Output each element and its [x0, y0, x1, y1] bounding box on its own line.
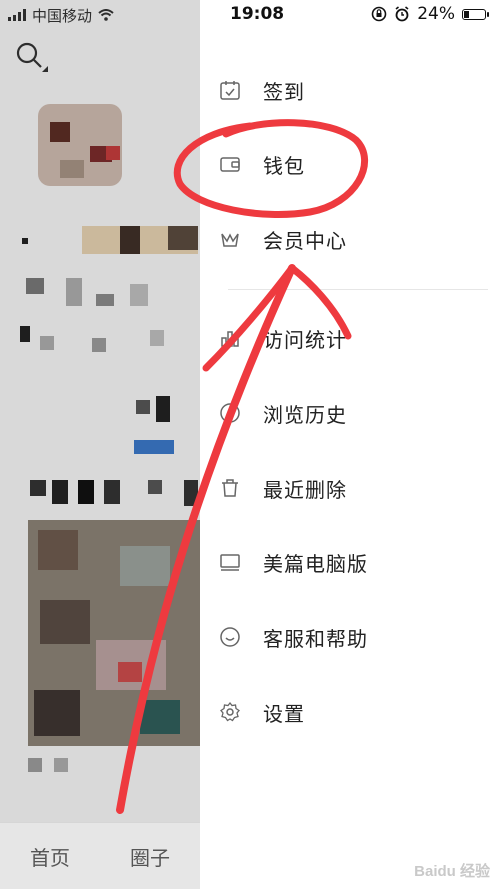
menu-item-visit-stats[interactable]: 访问统计 [200, 308, 500, 368]
menu-item-recently-deleted[interactable]: 最近删除 [200, 458, 500, 518]
menu-item-wallet[interactable]: 钱包 [200, 134, 500, 194]
menu-label: 最近删除 [263, 477, 347, 502]
bar-chart-icon [218, 326, 242, 350]
menu-label: 美篇电脑版 [263, 551, 368, 576]
menu-item-customer-service[interactable]: 客服和帮助 [200, 607, 500, 667]
menu-label: 客服和帮助 [263, 626, 368, 651]
calendar-check-icon [218, 78, 242, 102]
tab-home[interactable]: 首页 [30, 842, 70, 871]
vip-crown-icon [218, 227, 242, 251]
status-bar: 19:08 24% [200, 0, 500, 30]
menu-label: 会员中心 [263, 228, 347, 253]
tab-circle[interactable]: 圈子 [130, 842, 170, 871]
battery-percent: 24% [417, 4, 455, 24]
wallet-icon [218, 152, 242, 176]
dim-overlay[interactable] [0, 0, 200, 889]
baidu-watermark: Baidu 经验 [414, 863, 490, 880]
menu-divider [228, 289, 488, 290]
menu-item-checkin[interactable]: 签到 [200, 60, 500, 120]
menu-label: 浏览历史 [263, 402, 347, 427]
menu-item-browse-history[interactable]: 浏览历史 [200, 383, 500, 443]
side-drawer: 19:08 24% 签到 钱包 会员中心 访问统计 浏览历史 最近删除 美篇电脑… [200, 0, 500, 889]
status-time: 19:08 [230, 4, 285, 24]
menu-item-vip-center[interactable]: 会员中心 [200, 209, 500, 269]
menu-label: 设置 [263, 701, 305, 726]
menu-label: 签到 [263, 79, 305, 104]
alarm-icon [395, 6, 409, 22]
menu-label: 钱包 [263, 153, 305, 178]
rotation-lock-icon [371, 6, 387, 22]
clock-icon [218, 401, 242, 425]
chat-support-icon [218, 625, 242, 649]
background-tabbar: 首页 圈子 [0, 822, 200, 889]
battery-icon [462, 8, 489, 20]
monitor-icon [218, 550, 242, 574]
menu-item-settings[interactable]: 设置 [200, 682, 500, 742]
gear-icon [218, 700, 242, 724]
menu-label: 访问统计 [263, 327, 347, 352]
trash-icon [218, 476, 242, 500]
menu-item-desktop-version[interactable]: 美篇电脑版 [200, 532, 500, 592]
